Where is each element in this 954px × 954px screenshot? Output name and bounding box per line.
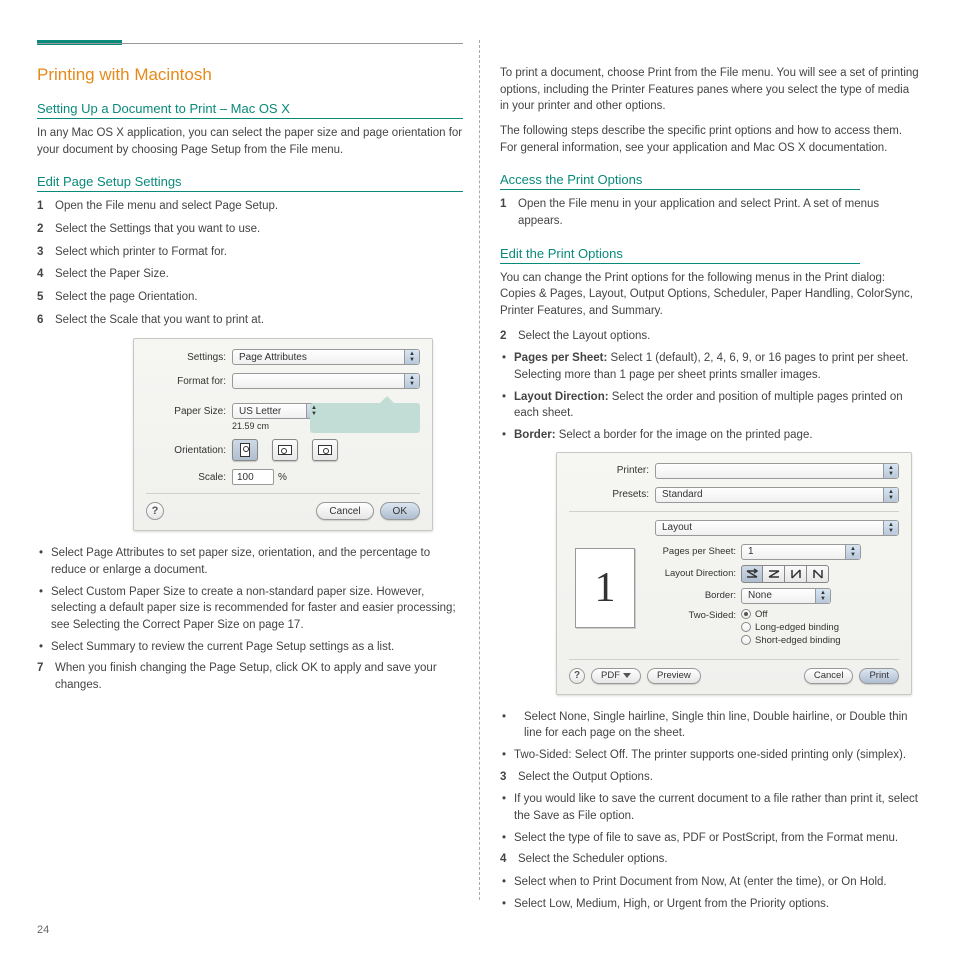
list-item: 6Select the Scale that you want to print… [37,312,463,329]
pdf-button[interactable]: PDF [591,668,641,684]
print-button[interactable]: Print [859,668,899,684]
list-item: 5Select the page Orientation. [37,289,463,306]
list-item: 4Select the Paper Size. [37,266,463,283]
list-item: 1 Open the File menu in your application… [500,196,920,229]
page-preview-icon: 1 [575,548,635,628]
paper-size-label: Paper Size: [146,406,232,417]
paragraph: You can change the Print options for the… [500,270,920,320]
orientation-label: Orientation: [146,445,232,456]
presets-select[interactable]: Standard ▲▼ [655,487,899,503]
pane-select[interactable]: Layout ▲▼ [655,520,899,536]
format-for-label: Format for: [146,376,232,387]
page-title: Printing with Macintosh [37,65,463,85]
list-item: 4Select the Scheduler options. [500,851,920,868]
paper-dimensions: 21.59 cm [232,421,269,431]
scale-suffix: % [278,472,287,483]
layout-direction-z-button[interactable] [741,565,763,583]
presets-label: Presets: [569,489,655,500]
list-item: 3Select which printer to Format for. [37,244,463,261]
list-item: Select None, Single hairline, Single thi… [500,709,920,742]
cancel-button[interactable]: Cancel [804,668,854,684]
two-sided-off-radio[interactable]: Off [741,609,841,620]
scale-input[interactable]: 100 [232,469,274,485]
page-setup-dialog: Settings: Page Attributes ▲▼ Format for:… [133,338,433,531]
printer-label: Printer: [569,465,655,476]
dialog-divider [569,659,899,660]
pages-per-sheet-select[interactable]: 1 ▲▼ [741,544,861,560]
paragraph: The following steps describe the specifi… [500,123,920,156]
list-item: 7When you finish changing the Page Setup… [37,660,463,693]
list-item: 2Select the Layout options. [500,328,920,345]
section-heading: Edit the Print Options [500,246,860,264]
preview-button[interactable]: Preview [647,668,701,684]
settings-select[interactable]: Page Attributes ▲▼ [232,349,420,365]
help-button[interactable]: ? [146,502,164,520]
list-item: Layout Direction: Select the order and p… [500,389,920,422]
list-item: 2Select the Settings that you want to us… [37,221,463,238]
cancel-button[interactable]: Cancel [316,502,373,520]
ok-button[interactable]: OK [380,502,420,520]
section-heading: Edit Page Setup Settings [37,174,463,192]
list-item: Border: Select a border for the image on… [500,427,920,444]
layout-direction-n-button[interactable] [785,565,807,583]
list-item: Select Summary to review the current Pag… [37,639,463,656]
paragraph: In any Mac OS X application, you can sel… [37,125,463,158]
list-item: Pages per Sheet: Select 1 (default), 2, … [500,350,920,383]
layout-direction-label: Layout Direction: [649,568,741,579]
list-item: Select Custom Paper Size to create a non… [37,584,463,634]
list-item: Select the type of file to save as, PDF … [500,830,920,847]
dialog-divider [569,511,899,512]
list-item: Select when to Print Document from Now, … [500,874,920,891]
section-heading: Access the Print Options [500,172,860,190]
border-label: Border: [649,590,741,601]
pages-per-sheet-label: Pages per Sheet: [649,546,741,557]
section-heading: Setting Up a Document to Print – Mac OS … [37,101,463,119]
paper-size-select[interactable]: US Letter ▲▼ [232,403,322,419]
callout-balloon: Select Your Printer [310,403,420,433]
scale-label: Scale: [146,472,232,483]
layout-direction-s-button[interactable] [763,565,785,583]
column-divider [479,40,480,900]
format-for-select[interactable]: ▲▼ [232,373,420,389]
dropdown-triangle-icon [623,673,631,678]
list-item: Two-Sided: Select Off. The printer suppo… [500,747,920,764]
layout-direction-n2-button[interactable] [807,565,829,583]
orientation-landscape-button[interactable] [272,439,298,461]
list-item: 1Open the File menu and select Page Setu… [37,198,463,215]
printer-select[interactable]: ▲▼ [655,463,899,479]
settings-label: Settings: [146,352,232,363]
border-select[interactable]: None ▲▼ [741,588,831,604]
two-sided-label: Two-Sided: [649,609,741,621]
paragraph: To print a document, choose Print from t… [500,65,920,115]
orientation-landscape-flip-button[interactable] [312,439,338,461]
list-item: 3Select the Output Options. [500,769,920,786]
dialog-divider [146,493,420,494]
help-button[interactable]: ? [569,668,585,684]
page-number: 24 [37,924,49,936]
list-item: Select Low, Medium, High, or Urgent from… [500,896,920,913]
orientation-portrait-button[interactable] [232,439,258,461]
two-sided-long-radio[interactable]: Long-edged binding [741,622,841,633]
list-item: Select Page Attributes to set paper size… [37,545,463,578]
top-rule-thin [37,43,463,44]
two-sided-short-radio[interactable]: Short-edged binding [741,635,841,646]
list-item: If you would like to save the current do… [500,791,920,824]
print-dialog: Printer: ▲▼ Presets: Standard ▲▼ Layout … [556,452,912,695]
